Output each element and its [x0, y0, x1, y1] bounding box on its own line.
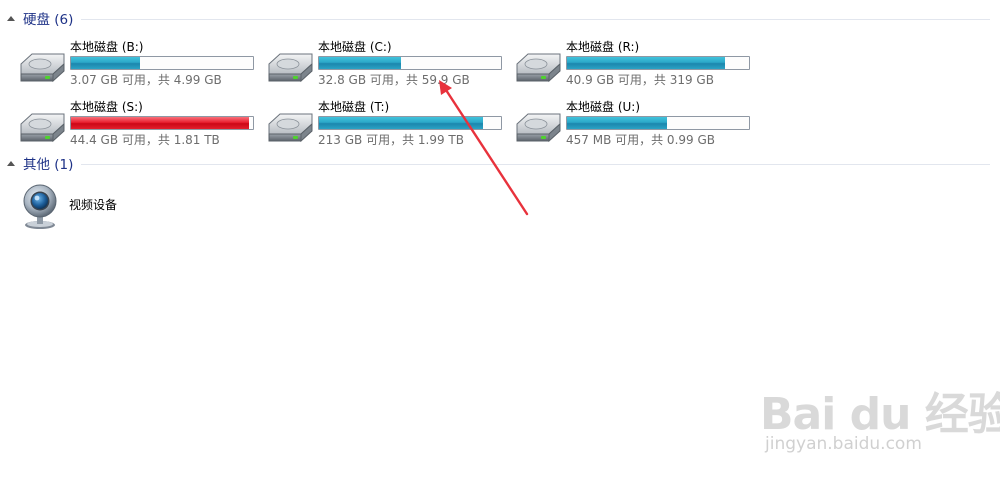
- drive-tile-b[interactable]: 本地磁盘 (B:) 3.07 GB 可用，共 4.99 GB: [18, 38, 258, 90]
- hard-drive-icon: [20, 113, 65, 143]
- hard-drive-icon: [516, 113, 561, 143]
- group-header-hard-disks[interactable]: 硬盘 (6): [0, 8, 990, 28]
- device-label: 视频设备: [69, 198, 118, 212]
- hard-drive-icon: [516, 53, 561, 83]
- drive-usage-bar: [566, 116, 750, 130]
- drive-name: 本地磁盘 (T:): [318, 100, 390, 114]
- watermark-url: jingyan.baidu.com: [765, 434, 922, 454]
- drive-space-info: 457 MB 可用，共 0.99 GB: [566, 133, 715, 147]
- drive-usage-fill: [71, 57, 141, 69]
- baidu-jingyan-watermark: Bai du 经验 jingyan.baidu.com: [760, 370, 1000, 465]
- hard-drive-icon: [20, 53, 65, 83]
- drive-space-info: 44.4 GB 可用，共 1.81 TB: [70, 133, 220, 147]
- drive-name: 本地磁盘 (B:): [70, 40, 144, 54]
- drive-usage-bar: [318, 56, 502, 70]
- drive-tile-u[interactable]: 本地磁盘 (U:) 457 MB 可用，共 0.99 GB: [514, 98, 754, 150]
- drive-usage-bar: [566, 56, 750, 70]
- group-title-other: 其他 (1): [23, 157, 74, 173]
- watermark-logo: Bai du 经验: [760, 389, 1000, 440]
- drive-space-info: 3.07 GB 可用，共 4.99 GB: [70, 73, 222, 87]
- drive-usage-bar: [70, 56, 254, 70]
- drive-space-info: 32.8 GB 可用，共 59.9 GB: [318, 73, 470, 87]
- webcam-icon: [23, 184, 57, 229]
- group-header-other[interactable]: 其他 (1): [0, 153, 990, 173]
- drive-name: 本地磁盘 (C:): [318, 40, 392, 54]
- drive-name: 本地磁盘 (R:): [566, 40, 640, 54]
- drive-tile-r[interactable]: 本地磁盘 (R:) 40.9 GB 可用，共 319 GB: [514, 38, 754, 90]
- drive-usage-fill: [567, 117, 668, 129]
- drive-usage-bar: [70, 116, 254, 130]
- drive-usage-fill: [319, 117, 483, 129]
- group-divider: [81, 18, 990, 20]
- drive-usage-fill: [319, 57, 401, 69]
- drive-usage-fill: [567, 57, 726, 69]
- drive-name: 本地磁盘 (U:): [566, 100, 641, 114]
- group-divider: [81, 163, 990, 165]
- drive-tile-t[interactable]: 本地磁盘 (T:) 213 GB 可用，共 1.99 TB: [266, 98, 506, 150]
- collapse-triangle-icon[interactable]: [7, 15, 15, 21]
- drive-space-info: 213 GB 可用，共 1.99 TB: [318, 133, 464, 147]
- drive-tile-s[interactable]: 本地磁盘 (S:) 44.4 GB 可用，共 1.81 TB: [18, 98, 258, 150]
- hard-drive-icon: [268, 113, 313, 143]
- drive-space-info: 40.9 GB 可用，共 319 GB: [566, 73, 714, 87]
- drive-tile-c[interactable]: 本地磁盘 (C:) 32.8 GB 可用，共 59.9 GB: [266, 38, 506, 90]
- group-title-hard-disks: 硬盘 (6): [23, 12, 74, 28]
- hard-drive-icon: [268, 53, 313, 83]
- device-video[interactable]: 视频设备: [20, 182, 220, 230]
- drive-usage-bar: [318, 116, 502, 130]
- collapse-triangle-icon[interactable]: [7, 160, 15, 166]
- drive-usage-fill: [71, 117, 250, 129]
- drive-name: 本地磁盘 (S:): [70, 100, 143, 114]
